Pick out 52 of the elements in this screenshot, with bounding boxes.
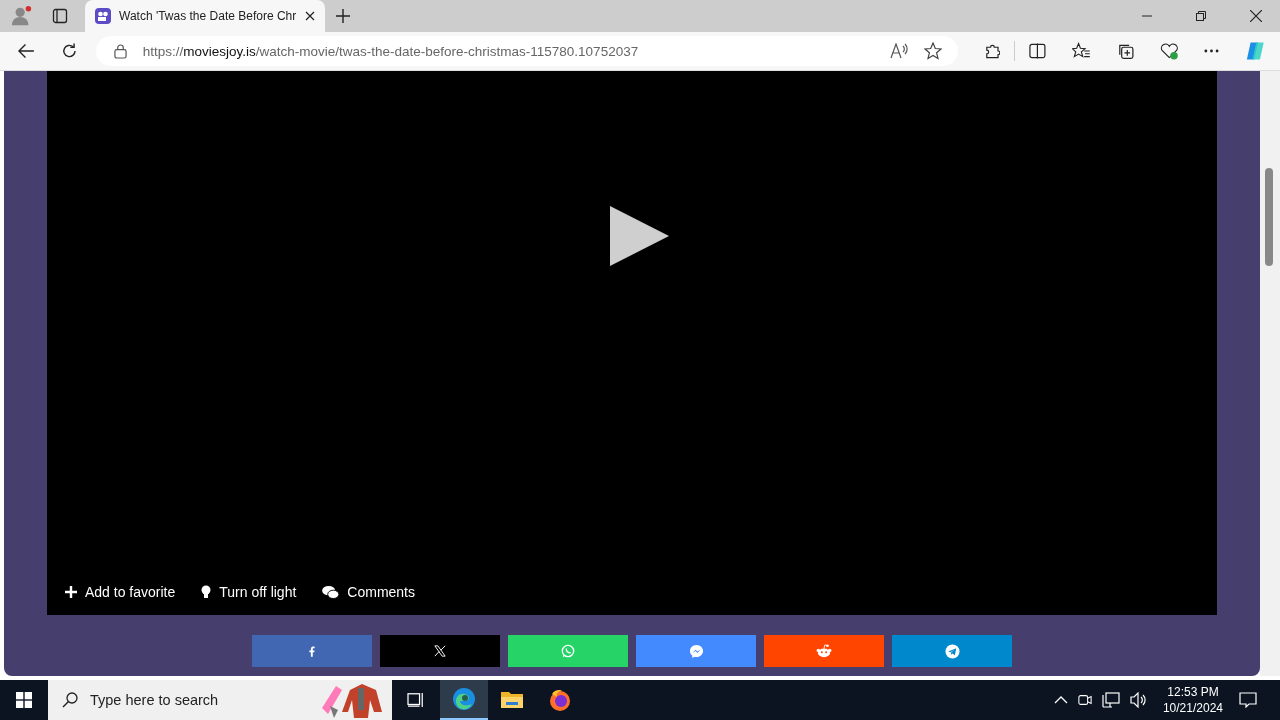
favorite-button[interactable]: Add to favorite bbox=[65, 584, 176, 600]
read-aloud-icon[interactable] bbox=[889, 43, 908, 59]
comments-icon bbox=[322, 585, 340, 599]
restore-icon[interactable] bbox=[1196, 11, 1206, 21]
bulb-icon bbox=[201, 585, 212, 599]
search-icon bbox=[62, 692, 78, 708]
plus-icon bbox=[65, 586, 77, 598]
profile-icon[interactable] bbox=[11, 5, 33, 27]
whatsapp-icon bbox=[561, 644, 575, 658]
start-icon[interactable] bbox=[16, 692, 32, 708]
close-icon[interactable] bbox=[305, 11, 315, 21]
network-icon[interactable] bbox=[1101, 692, 1120, 708]
split-screen-icon[interactable] bbox=[1029, 43, 1047, 59]
notifications-icon[interactable] bbox=[1239, 692, 1257, 708]
health-icon[interactable] bbox=[1159, 42, 1179, 60]
messenger-share-button[interactable] bbox=[636, 635, 756, 667]
reddit-icon bbox=[816, 644, 832, 658]
address-bar[interactable]: https://moviesjoy.is/watch-movie/twas-the-date-before-christmas-115780.10752037 bbox=[95, 36, 958, 66]
favorites-icon[interactable] bbox=[1072, 42, 1091, 60]
new-tab-icon[interactable] bbox=[336, 9, 350, 23]
messenger-icon bbox=[688, 643, 704, 659]
back-icon[interactable] bbox=[18, 42, 35, 60]
comments-button[interactable]: Comments bbox=[322, 584, 415, 600]
task-view-icon bbox=[407, 692, 425, 708]
tab-actions-icon[interactable] bbox=[52, 8, 68, 24]
edge-icon bbox=[452, 687, 476, 711]
folder-icon bbox=[500, 690, 524, 710]
play-icon[interactable] bbox=[609, 206, 669, 266]
facebook-icon bbox=[309, 645, 315, 657]
x-icon bbox=[434, 645, 446, 657]
collections-icon[interactable] bbox=[1116, 42, 1134, 60]
video-player[interactable]: Add to favorite Turn off light Comments bbox=[47, 71, 1217, 615]
star-icon[interactable] bbox=[923, 42, 942, 60]
telegram-icon bbox=[944, 643, 960, 659]
chevron-up-icon[interactable] bbox=[1053, 696, 1068, 704]
volume-icon[interactable] bbox=[1129, 692, 1148, 708]
close-icon[interactable] bbox=[1250, 10, 1262, 22]
firefox-icon bbox=[548, 688, 572, 712]
scrollbar[interactable] bbox=[1260, 71, 1280, 676]
more-icon[interactable] bbox=[1204, 49, 1220, 53]
light-button[interactable]: Turn off light bbox=[201, 584, 297, 600]
search-bar[interactable]: Type here to search bbox=[48, 680, 392, 720]
url-text: https://moviesjoy.is/watch-movie/twas-the-date-before-christmas-115780.10752037 bbox=[142, 43, 639, 59]
edge-button[interactable] bbox=[440, 680, 488, 720]
puzzle-icon[interactable] bbox=[983, 42, 1001, 60]
clock-time[interactable]: 12:53 PM bbox=[1167, 684, 1219, 700]
clock-date[interactable]: 10/21/2024 bbox=[1162, 700, 1223, 716]
search-field[interactable]: Type here to search bbox=[88, 691, 310, 709]
lock-icon bbox=[113, 43, 127, 59]
telegram-share-button[interactable] bbox=[892, 635, 1012, 667]
refresh-icon[interactable] bbox=[60, 42, 78, 60]
reddit-share-button[interactable] bbox=[764, 635, 884, 667]
